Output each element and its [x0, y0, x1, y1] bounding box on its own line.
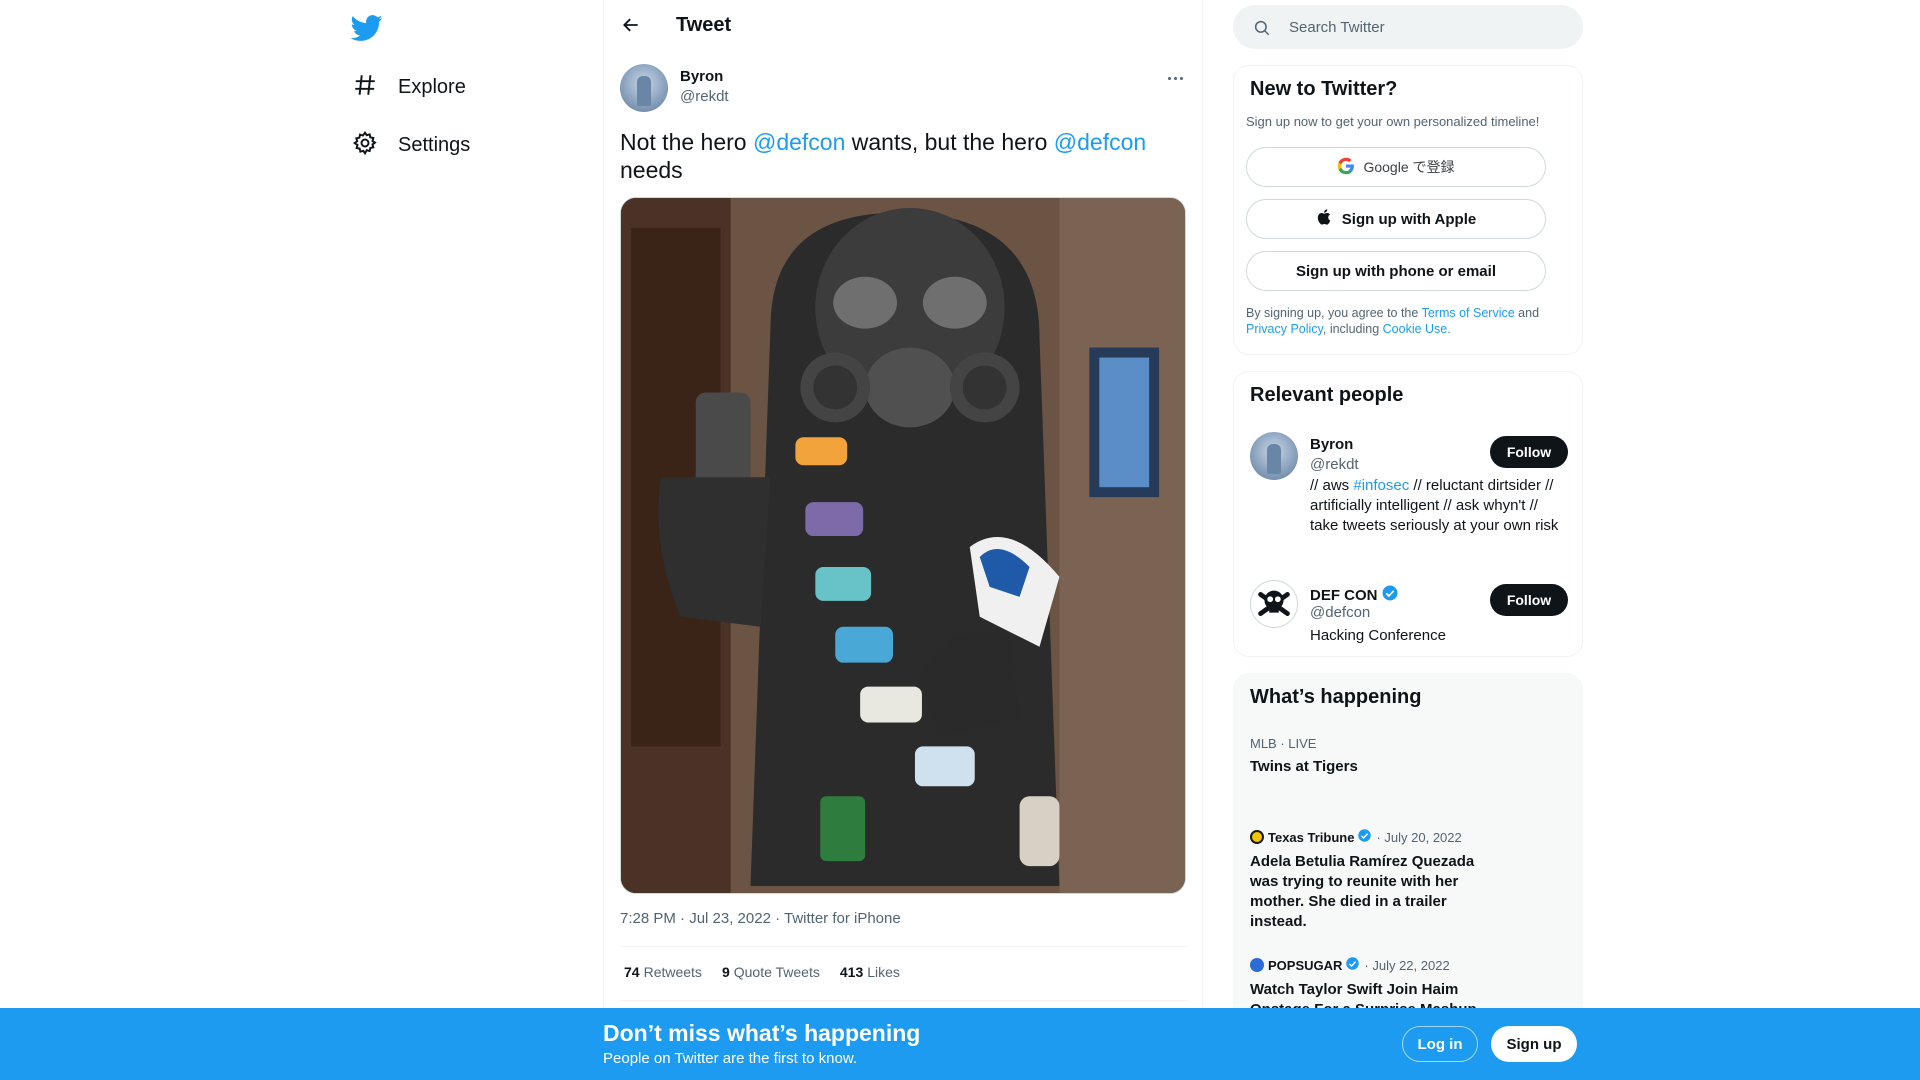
apple-signup-button[interactable]: Sign up with Apple: [1246, 199, 1546, 239]
signup-legal-text: By signing up, you agree to the Terms of…: [1246, 305, 1566, 337]
avatar[interactable]: [1250, 580, 1298, 628]
texas-tribune-logo-icon: [1250, 830, 1264, 844]
person-name-text: Byron: [1310, 436, 1354, 453]
trend-meta: Texas Tribune · July 20, 2022: [1250, 828, 1490, 846]
signup-banner: Don’t miss what’s happening People on Tw…: [0, 1008, 1920, 1080]
bio-text: // aws: [1310, 477, 1354, 494]
arrow-left-icon: [621, 15, 641, 40]
google-signup-button[interactable]: Google で登録: [1246, 147, 1546, 187]
twitter-bird-icon[interactable]: [350, 12, 384, 44]
apple-icon: [1316, 208, 1342, 230]
trend-title: Adela Betulia Ramírez Quezada was trying…: [1250, 853, 1475, 930]
trend-title: Twins at Tigers: [1250, 758, 1358, 775]
avatar[interactable]: [1250, 432, 1298, 480]
more-options-icon[interactable]: [1160, 66, 1190, 90]
mention-link[interactable]: @defcon: [1054, 129, 1146, 155]
retweets-count: 74: [624, 964, 640, 980]
relevant-people-title: Relevant people: [1250, 384, 1404, 406]
tweet-stats: 74 Retweets 9 Quote Tweets 413 Likes: [624, 964, 920, 980]
cookie-link[interactable]: Cookie Use.: [1383, 322, 1451, 336]
trend-date: · July 22, 2022: [1364, 957, 1450, 973]
banner-title: Don’t miss what’s happening: [603, 1020, 921, 1046]
search-box[interactable]: [1233, 5, 1583, 49]
trend-source: POPSUGAR: [1268, 957, 1343, 973]
back-button[interactable]: [614, 10, 648, 44]
nav-item-explore[interactable]: Explore: [352, 67, 466, 107]
trend-date: · July 20, 2022: [1376, 829, 1462, 845]
author-name[interactable]: Byron: [680, 68, 723, 85]
tweet-timestamp[interactable]: 7:28 PM · Jul 23, 2022 · Twitter for iPh…: [620, 910, 901, 927]
google-icon: [1337, 157, 1363, 178]
retweets-label: Retweets: [643, 964, 702, 980]
new-to-twitter-subtitle: Sign up now to get your own personalized…: [1246, 114, 1540, 129]
author-handle[interactable]: @rekdt: [680, 88, 729, 105]
login-button[interactable]: Log in: [1402, 1026, 1478, 1062]
gear-icon: [352, 130, 378, 161]
verified-badge-icon: [1342, 956, 1360, 974]
page-title: Tweet: [676, 14, 732, 36]
tweet-text: Not the hero @defcon wants, but the hero…: [620, 128, 1190, 184]
hashtag-link[interactable]: #infosec: [1353, 477, 1409, 494]
quote-tweets-stat[interactable]: 9 Quote Tweets: [722, 964, 820, 980]
new-to-twitter-card: New to Twitter? Sign up now to get your …: [1233, 65, 1583, 355]
verified-badge-icon: [1354, 828, 1372, 846]
person-handle: @rekdt: [1310, 456, 1359, 473]
tweet-photo[interactable]: [620, 197, 1186, 894]
person-name: DEF CON: [1310, 584, 1399, 606]
trend-meta: POPSUGAR · July 22, 2022: [1250, 956, 1490, 974]
tweet-text-part: needs: [620, 157, 683, 183]
divider: [620, 1000, 1188, 1001]
author-avatar[interactable]: [620, 64, 668, 112]
legal-including: , including: [1322, 322, 1383, 336]
tweet-text-part: wants, but the hero: [845, 129, 1054, 155]
quote-tweets-count: 9: [721, 964, 730, 980]
whats-happening-title: What’s happening: [1250, 686, 1422, 708]
retweets-stat[interactable]: 74 Retweets: [624, 964, 702, 980]
tweet-text-part: Not the hero: [620, 129, 753, 155]
phone-email-signup-label: Sign up with phone or email: [1295, 262, 1496, 280]
follow-button[interactable]: Follow: [1490, 584, 1568, 616]
trend-meta: MLB · LIVE: [1250, 736, 1317, 751]
privacy-link[interactable]: Privacy Policy: [1246, 322, 1323, 336]
new-to-twitter-title: New to Twitter?: [1250, 78, 1398, 100]
person-name-text: DEF CON: [1310, 586, 1378, 604]
relevant-people-card: Relevant people Byron @rekdt Follow // a…: [1233, 371, 1583, 657]
person-bio: Hacking Conference: [1310, 627, 1446, 644]
terms-link[interactable]: Terms of Service: [1422, 306, 1515, 320]
legal-and: and: [1514, 306, 1540, 320]
apple-signup-label: Sign up with Apple: [1341, 210, 1477, 228]
nav-item-settings[interactable]: Settings: [352, 125, 470, 165]
nav-label-settings: Settings: [398, 133, 471, 156]
search-input[interactable]: [1289, 15, 1569, 39]
popsugar-logo-icon: [1250, 958, 1264, 972]
signup-button[interactable]: Sign up: [1491, 1026, 1577, 1062]
follow-button[interactable]: Follow: [1490, 436, 1568, 468]
page-header: Tweet: [604, 0, 1204, 53]
quote-tweets-label: Quote Tweets: [733, 964, 820, 980]
person-handle: @defcon: [1310, 604, 1371, 621]
trend-item[interactable]: Texas Tribune · July 20, 2022 Adela Betu…: [1250, 828, 1490, 932]
legal-prefix: By signing up, you agree to the: [1246, 306, 1422, 320]
trend-item[interactable]: MLB · LIVE Twins at Tigers: [1250, 736, 1490, 777]
trend-source: Texas Tribune: [1268, 829, 1355, 845]
google-signup-label: Google で登録: [1363, 159, 1455, 175]
likes-count: 413: [839, 964, 864, 980]
verified-badge-icon: [1378, 584, 1399, 606]
hashtag-icon: [352, 72, 378, 103]
likes-label: Likes: [867, 964, 900, 980]
person-bio: // aws #infosec // reluctant dirtsider /…: [1310, 476, 1560, 536]
banner-subtitle: People on Twitter are the first to know.: [603, 1050, 858, 1067]
phone-email-signup-button[interactable]: Sign up with phone or email: [1246, 251, 1546, 291]
main-column: Tweet Byron @rekdt Not the hero @defcon …: [603, 0, 1203, 1080]
divider: [620, 946, 1188, 947]
mention-link[interactable]: @defcon: [753, 129, 845, 155]
nav-label-explore: Explore: [398, 75, 466, 98]
person-name: Byron: [1310, 436, 1353, 453]
likes-stat[interactable]: 413 Likes: [840, 964, 900, 980]
